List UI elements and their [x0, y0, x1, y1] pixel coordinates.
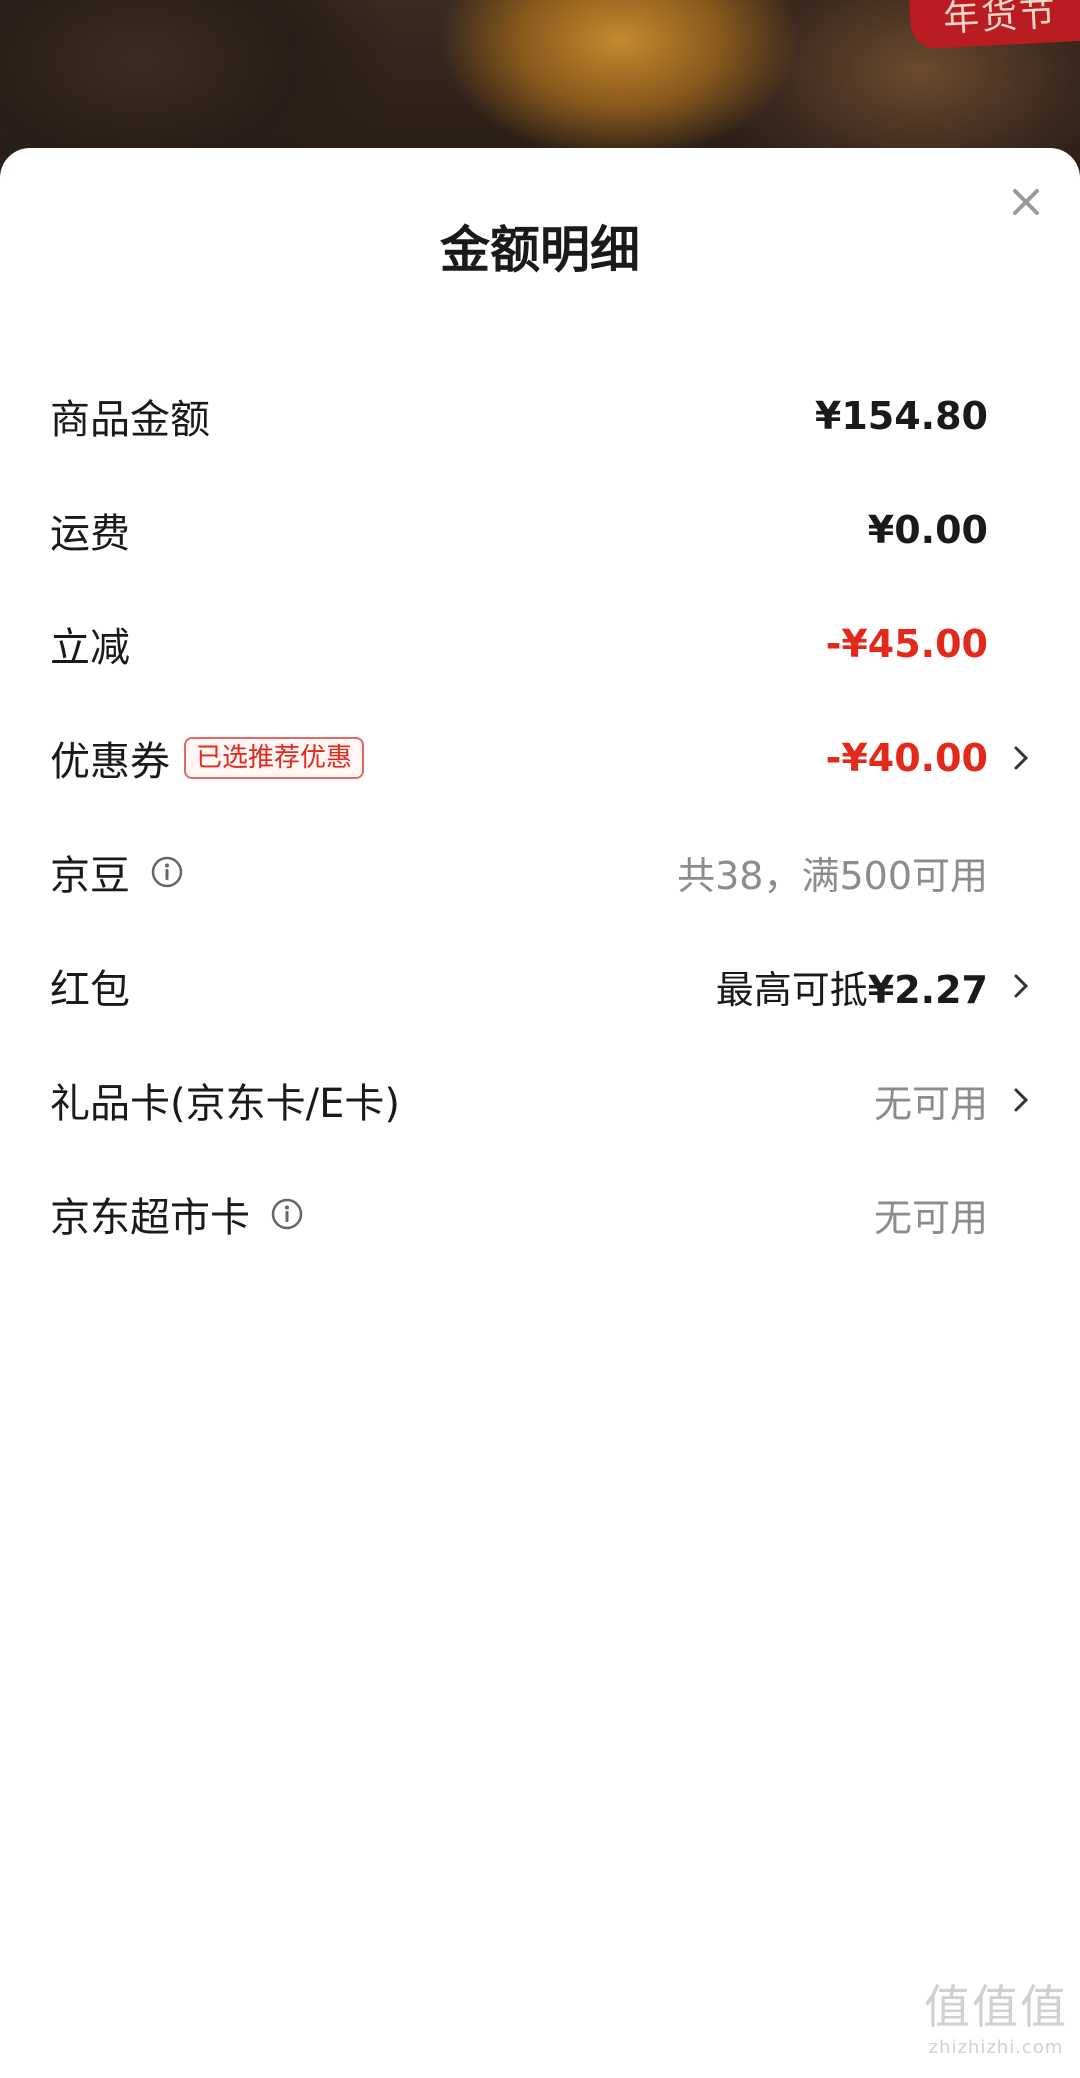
info-icon[interactable] [150, 855, 184, 889]
row-value: ¥154.80 [814, 394, 988, 438]
row-value: -¥40.00 [825, 736, 988, 780]
row-supermarket-card: 京东超市卡 无可用 [50, 1184, 1028, 1244]
row-value: -¥45.00 [825, 622, 988, 666]
row-jd-beans: 京豆 共38，满500可用 [50, 842, 1028, 902]
row-red-packet[interactable]: 红包 最高可抵¥2.27 [50, 956, 1028, 1016]
info-icon[interactable] [270, 1197, 304, 1231]
watermark: 值值值 zhizhizhi.com [924, 1971, 1068, 2058]
row-instant-discount: 立减 -¥45.00 [50, 614, 1028, 674]
row-label: 京豆 [50, 853, 130, 899]
row-shipping: 运费 ¥0.00 [50, 500, 1028, 560]
amount-detail-sheet: 金额明细 商品金额 ¥154.80 运费 ¥0.00 立减 -¥45.00 优惠… [0, 148, 1080, 2078]
row-label: 红包 [50, 967, 130, 1013]
row-value: 最高可抵¥2.27 [716, 959, 988, 1014]
recommended-badge: 已选推荐优惠 [184, 737, 365, 779]
row-label: 礼品卡(京东卡/E卡) [50, 1081, 400, 1127]
value-prefix: 最高可抵 [715, 967, 868, 1012]
chevron-right-icon [1002, 974, 1028, 998]
chevron-right-icon [1002, 746, 1028, 770]
row-gift-card[interactable]: 礼品卡(京东卡/E卡) 无可用 [50, 1070, 1028, 1130]
watermark-url: zhizhizhi.com [928, 2037, 1064, 2058]
row-value: 无可用 [873, 1195, 988, 1240]
row-label: 优惠券 [50, 739, 170, 785]
value-amount: ¥2.27 [867, 967, 988, 1012]
row-value: 无可用 [873, 1081, 988, 1126]
row-value: ¥0.00 [867, 508, 988, 552]
row-label: 立减 [50, 625, 130, 671]
watermark-logo: 值值值 [924, 1980, 1068, 2034]
row-value: 共38，满500可用 [677, 853, 988, 898]
row-label: 京东超市卡 [50, 1195, 250, 1241]
row-goods-amount: 商品金额 ¥154.80 [50, 386, 1028, 446]
row-label: 运费 [50, 511, 130, 557]
row-label: 商品金额 [50, 397, 210, 443]
promo-badge: 年货节 [908, 0, 1080, 50]
chevron-right-icon [1002, 1088, 1028, 1112]
row-coupon[interactable]: 优惠券 已选推荐优惠 -¥40.00 [50, 728, 1028, 788]
sheet-title: 金额明细 [440, 221, 640, 279]
